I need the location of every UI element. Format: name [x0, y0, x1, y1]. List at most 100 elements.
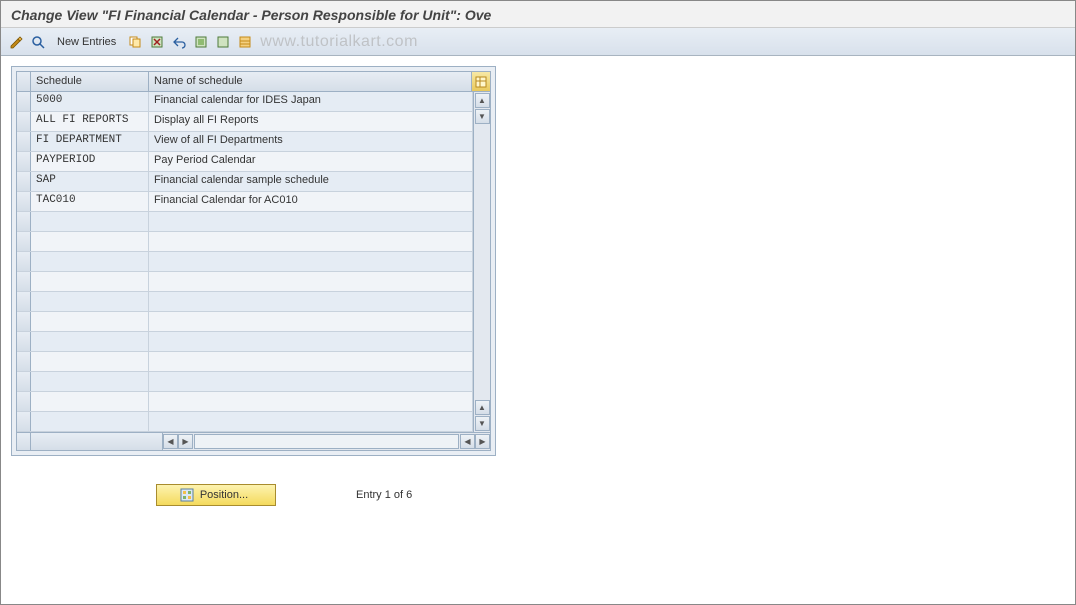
application-toolbar: New Entries www.tutorialkart.com	[1, 28, 1075, 56]
details-icon[interactable]	[29, 33, 47, 51]
row-selector[interactable]	[17, 352, 31, 371]
position-button[interactable]: Position...	[156, 484, 276, 506]
table-row	[17, 332, 473, 352]
table-row	[17, 312, 473, 332]
row-selector[interactable]	[17, 92, 31, 111]
cell-schedule[interactable]: ALL FI REPORTS	[31, 112, 149, 131]
content-area: Schedule Name of schedule 5000Financial …	[1, 56, 1075, 516]
table-row: PAYPERIODPay Period Calendar	[17, 152, 473, 172]
cell-name[interactable]: Financial Calendar for AC010	[149, 192, 473, 211]
toggle-change-icon[interactable]	[7, 33, 25, 51]
row-selector[interactable]	[17, 212, 31, 231]
table-row	[17, 292, 473, 312]
scroll-right-icon[interactable]: ▶	[475, 434, 490, 449]
vertical-scrollbar[interactable]: ▲ ▼ ▲ ▼	[473, 92, 490, 432]
cell-schedule[interactable]: TAC010	[31, 192, 149, 211]
row-selector[interactable]	[17, 192, 31, 211]
cell-schedule[interactable]	[31, 252, 149, 271]
row-selector[interactable]	[17, 392, 31, 411]
row-selector[interactable]	[17, 332, 31, 351]
cell-schedule[interactable]	[31, 292, 149, 311]
cell-schedule[interactable]	[31, 392, 149, 411]
table-row: 5000Financial calendar for IDES Japan	[17, 92, 473, 112]
table-row	[17, 372, 473, 392]
table-row	[17, 212, 473, 232]
title-bar: Change View "FI Financial Calendar - Per…	[1, 1, 1075, 28]
select-all-icon[interactable]	[192, 33, 210, 51]
horizontal-scroll-track[interactable]	[194, 434, 459, 449]
table-row	[17, 232, 473, 252]
watermark-text: www.tutorialkart.com	[260, 33, 418, 51]
table-body: 5000Financial calendar for IDES JapanALL…	[17, 92, 490, 432]
scroll-right-step-icon[interactable]: ▶	[178, 434, 193, 449]
row-selector[interactable]	[17, 232, 31, 251]
table-row	[17, 272, 473, 292]
cell-schedule[interactable]: SAP	[31, 172, 149, 191]
cell-name[interactable]	[149, 292, 473, 311]
table-row	[17, 252, 473, 272]
cell-name[interactable]: Pay Period Calendar	[149, 152, 473, 171]
cell-name[interactable]	[149, 272, 473, 291]
scroll-up-icon[interactable]: ▲	[475, 93, 490, 108]
row-selector[interactable]	[17, 272, 31, 291]
scroll-left-step-icon[interactable]: ◀	[460, 434, 475, 449]
scroll-down-icon[interactable]: ▼	[475, 416, 490, 431]
row-selector[interactable]	[17, 112, 31, 131]
table-row: ALL FI REPORTSDisplay all FI Reports	[17, 112, 473, 132]
position-button-label: Position...	[200, 489, 248, 501]
table-row	[17, 412, 473, 432]
cell-schedule[interactable]	[31, 372, 149, 391]
horizontal-scrollbar[interactable]: ◀ ▶ ◀ ▶	[17, 432, 490, 450]
cell-name[interactable]	[149, 412, 473, 431]
cell-schedule[interactable]: FI DEPARTMENT	[31, 132, 149, 151]
table-row	[17, 352, 473, 372]
scroll-down-step-icon[interactable]: ▼	[475, 109, 490, 124]
undo-icon[interactable]	[170, 33, 188, 51]
table-row: SAPFinancial calendar sample schedule	[17, 172, 473, 192]
row-selector[interactable]	[17, 412, 31, 431]
copy-icon[interactable]	[126, 33, 144, 51]
cell-name[interactable]	[149, 232, 473, 251]
deselect-all-icon[interactable]	[214, 33, 232, 51]
cell-schedule[interactable]	[31, 272, 149, 291]
row-selector[interactable]	[17, 372, 31, 391]
column-header-name[interactable]: Name of schedule	[149, 72, 472, 91]
cell-schedule[interactable]	[31, 332, 149, 351]
cell-schedule[interactable]	[31, 232, 149, 251]
cell-name[interactable]	[149, 252, 473, 271]
cell-name[interactable]	[149, 392, 473, 411]
row-selector[interactable]	[17, 312, 31, 331]
cell-name[interactable]: View of all FI Departments	[149, 132, 473, 151]
cell-schedule[interactable]: 5000	[31, 92, 149, 111]
column-config-icon[interactable]	[472, 72, 490, 91]
table-container: Schedule Name of schedule 5000Financial …	[11, 66, 496, 456]
cell-name[interactable]	[149, 312, 473, 331]
row-selector[interactable]	[17, 252, 31, 271]
table-header-row: Schedule Name of schedule	[17, 72, 490, 92]
cell-schedule[interactable]	[31, 412, 149, 431]
cell-schedule[interactable]: PAYPERIOD	[31, 152, 149, 171]
column-header-schedule[interactable]: Schedule	[31, 72, 149, 91]
cell-name[interactable]	[149, 372, 473, 391]
delete-icon[interactable]	[148, 33, 166, 51]
cell-name[interactable]: Display all FI Reports	[149, 112, 473, 131]
new-entries-button[interactable]: New Entries	[51, 32, 122, 52]
row-selector[interactable]	[17, 172, 31, 191]
cell-name[interactable]	[149, 212, 473, 231]
cell-schedule[interactable]	[31, 352, 149, 371]
cell-name[interactable]	[149, 352, 473, 371]
cell-name[interactable]: Financial calendar sample schedule	[149, 172, 473, 191]
row-selector[interactable]	[17, 152, 31, 171]
cell-schedule[interactable]	[31, 312, 149, 331]
row-selector[interactable]	[17, 292, 31, 311]
cell-schedule[interactable]	[31, 212, 149, 231]
scroll-up-step-icon[interactable]: ▲	[475, 400, 490, 415]
scroll-left-icon[interactable]: ◀	[163, 434, 178, 449]
row-selector[interactable]	[17, 132, 31, 151]
table-row	[17, 392, 473, 412]
cell-name[interactable]: Financial calendar for IDES Japan	[149, 92, 473, 111]
cell-name[interactable]	[149, 332, 473, 351]
table-row: FI DEPARTMENTView of all FI Departments	[17, 132, 473, 152]
configure-icon[interactable]	[236, 33, 254, 51]
header-corner[interactable]	[17, 72, 31, 91]
